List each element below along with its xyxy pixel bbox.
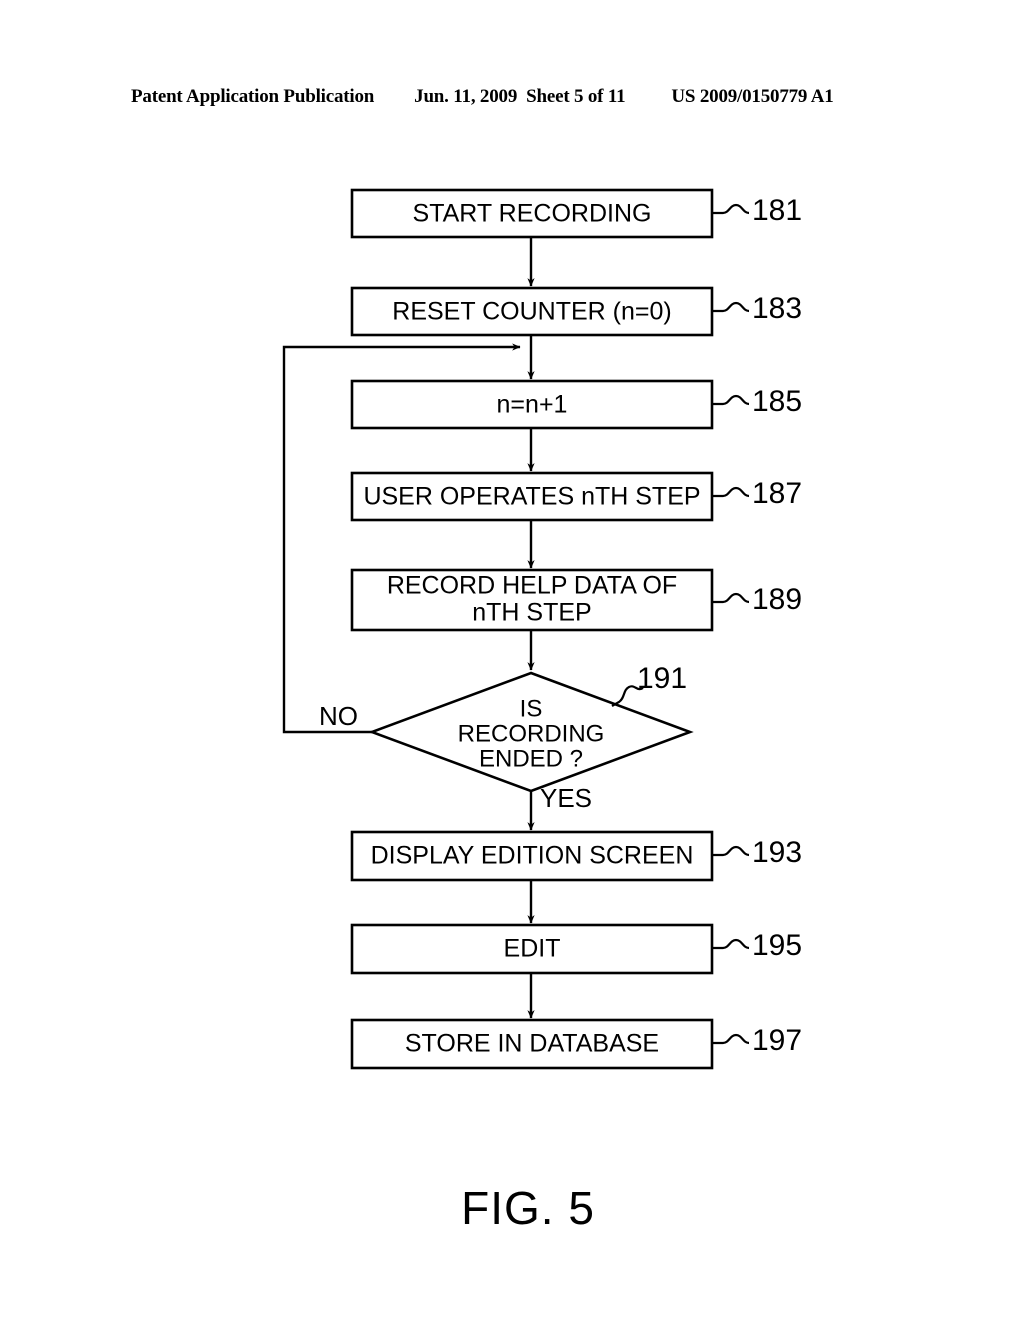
- node-label-189-line1: RECORD HELP DATA OF: [387, 572, 677, 600]
- node-label-183: RESET COUNTER (n=0): [392, 298, 671, 326]
- ref-number-195: 195: [752, 929, 802, 962]
- flow-node-increment-counter: n=n+1 185: [350, 379, 802, 430]
- ref-leader-189: [712, 592, 750, 604]
- flow-node-is-recording-ended: IS RECORDING ENDED ? 191: [368, 662, 694, 793]
- ref-leader-185: [712, 394, 750, 406]
- ref-number-191: 191: [637, 662, 687, 695]
- ref-leader-197: [712, 1033, 750, 1045]
- branch-label-no: NO: [319, 701, 358, 731]
- node-label-193: DISPLAY EDITION SCREEN: [371, 842, 694, 870]
- ref-leader-183: [712, 301, 750, 313]
- node-label-191-line2: RECORDING: [458, 720, 605, 747]
- flow-node-reset-counter: RESET COUNTER (n=0) 183: [350, 286, 802, 337]
- node-label-189-line2: nTH STEP: [472, 599, 591, 627]
- ref-number-181: 181: [752, 194, 802, 227]
- ref-number-197: 197: [752, 1024, 802, 1057]
- node-label-181: START RECORDING: [413, 200, 652, 228]
- flow-node-store-in-database: STORE IN DATABASE 197: [350, 1018, 802, 1070]
- ref-number-187: 187: [752, 477, 802, 510]
- node-label-191-line1: IS: [520, 695, 543, 722]
- ref-leader-187: [712, 486, 750, 498]
- node-label-185: n=n+1: [497, 391, 568, 419]
- flow-node-display-edition-screen: DISPLAY EDITION SCREEN 193: [350, 830, 802, 882]
- ref-number-193: 193: [752, 836, 802, 869]
- ref-number-183: 183: [752, 292, 802, 325]
- ref-leader-193: [712, 845, 750, 857]
- node-label-191-line3: ENDED ?: [479, 745, 583, 772]
- node-label-197: STORE IN DATABASE: [405, 1030, 659, 1058]
- node-label-195: EDIT: [504, 935, 561, 963]
- figure-caption: FIG. 5: [461, 1182, 595, 1234]
- ref-leader-181: [712, 203, 750, 215]
- flow-node-record-help-data: RECORD HELP DATA OF nTH STEP 189: [350, 568, 802, 632]
- ref-leader-195: [712, 938, 750, 950]
- branch-label-yes: YES: [540, 783, 592, 813]
- flow-node-edit: EDIT 195: [350, 923, 802, 975]
- flow-node-user-operates-step: USER OPERATES nTH STEP 187: [350, 471, 802, 522]
- ref-number-185: 185: [752, 385, 802, 418]
- node-label-187: USER OPERATES nTH STEP: [363, 483, 700, 511]
- ref-number-189: 189: [752, 583, 802, 616]
- flow-node-start-recording: START RECORDING 181: [350, 188, 802, 239]
- patent-figure: START RECORDING 181 RESET COUNTER (n=0) …: [0, 0, 1024, 1320]
